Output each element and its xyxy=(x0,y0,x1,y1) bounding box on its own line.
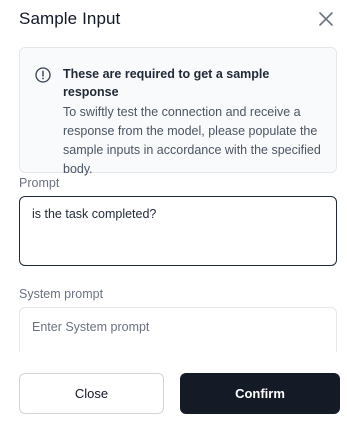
prompt-label: Prompt xyxy=(19,176,60,190)
close-button[interactable]: Close xyxy=(19,373,164,414)
system-prompt-input[interactable] xyxy=(19,307,337,352)
info-icon xyxy=(35,67,51,83)
system-prompt-field xyxy=(19,307,337,352)
sample-input-dialog: Sample Input These are required to get a… xyxy=(0,0,347,428)
dialog-title: Sample Input xyxy=(19,9,121,28)
dialog-header: Sample Input xyxy=(19,6,337,32)
system-prompt-label: System prompt xyxy=(19,287,104,301)
close-icon[interactable] xyxy=(315,8,337,30)
prompt-input[interactable]: is the task completed? xyxy=(19,196,337,266)
confirm-button[interactable]: Confirm xyxy=(180,373,340,414)
info-body: To swiftly test the connection and recei… xyxy=(63,105,321,176)
info-callout: These are required to get a sample respo… xyxy=(19,47,337,176)
info-text: These are required to get a sample respo… xyxy=(63,65,324,176)
info-heading: These are required to get a sample respo… xyxy=(63,67,270,99)
